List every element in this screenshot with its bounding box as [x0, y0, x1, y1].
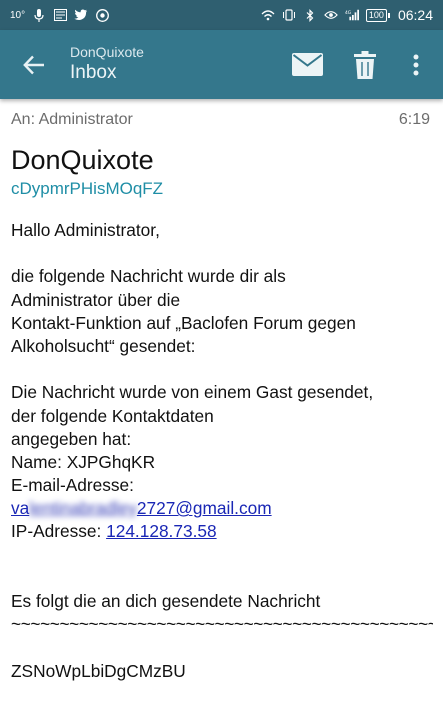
body-line: der folgende Kontaktdaten [11, 405, 214, 426]
greeting: Hallo Administrator, [11, 220, 160, 240]
back-arrow-icon[interactable] [4, 30, 64, 99]
separator-line: ~~~~~~~~~~~~~~~~~~~~~~~~~~~~~~~~~~~~~~~~… [11, 614, 433, 635]
body-line: Kontakt-Funktion auf „Baclofen Forum geg… [11, 312, 356, 333]
message-time: 6:19 [398, 111, 430, 128]
message-view: An: Administrator 6:19 DonQuixote cDypmr… [0, 99, 443, 683]
email-link[interactable]: valentinabradley2727@gmail.com [11, 497, 433, 520]
body-line: die folgende Nachricht wurde dir als [11, 266, 286, 287]
ip-label: IP-Adresse: [11, 521, 107, 542]
ip-row: IP-Adresse: 124.128.73.58 [11, 520, 433, 543]
trash-icon[interactable] [337, 30, 393, 99]
aperture-icon [95, 8, 109, 22]
more-vert-icon[interactable] [393, 30, 439, 99]
contact-name: Name: XJPGhqKR [11, 451, 156, 472]
eye-icon [324, 8, 338, 22]
wifi-calling-icon [261, 8, 275, 22]
twitter-icon [74, 8, 88, 22]
news-icon [53, 8, 67, 22]
body-line: Administrator über die [11, 289, 181, 310]
app-bar-titles: DonQuixote Inbox [64, 44, 277, 86]
app-bar: DonQuixote Inbox [0, 30, 443, 99]
message-meta: An: Administrator 6:19 [11, 110, 433, 130]
message-subject: DonQuixote [11, 145, 154, 175]
signal-strength-text: 10° [10, 9, 26, 21]
message-sender[interactable]: cDypmrPHisMOqFZ [11, 178, 433, 200]
vibrate-icon [282, 8, 296, 22]
email-link-prefix[interactable]: va [11, 498, 29, 518]
battery-icon: 100 [365, 8, 390, 22]
follow-line: Es folgt die an dich gesendete Nachricht [11, 591, 321, 611]
message-content: ZSNoWpLbiDgCMzBU [11, 660, 186, 681]
clock-time: 06:24 [397, 7, 433, 23]
envelope-icon[interactable] [277, 30, 337, 99]
recipient: An: Administrator [11, 111, 133, 128]
message-body: Hallo Administrator, die folgende Nachri… [11, 219, 433, 683]
body-line: angegeben hat: [11, 428, 132, 449]
bluetooth-icon [303, 8, 317, 22]
folder-name: Inbox [70, 61, 117, 83]
email-link-redacted[interactable]: lentinabradley [29, 498, 137, 518]
email-label: E-mail-Adresse: [11, 475, 134, 496]
account-name: DonQuixote [70, 43, 144, 60]
cell-signal-icon: 4G [345, 8, 359, 22]
microphone-icon [32, 8, 46, 22]
body-line: Alkoholsucht“ gesendet: [11, 335, 196, 356]
network-type-text: 4G [345, 10, 352, 16]
body-line: Die Nachricht wurde von einem Gast gesen… [11, 382, 374, 403]
status-bar: 10° 4G 100 06:24 [0, 0, 443, 30]
email-link-suffix[interactable]: 2727@gmail.com [137, 498, 272, 518]
ip-link[interactable]: 124.128.73.58 [106, 521, 217, 541]
